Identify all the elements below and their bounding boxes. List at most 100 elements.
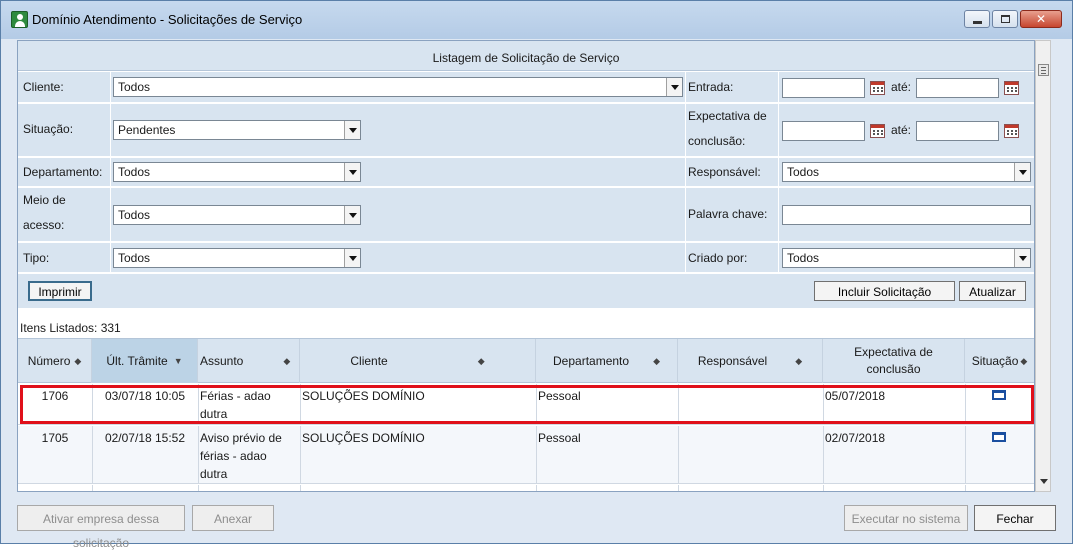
calendar-icon[interactable] xyxy=(1004,124,1019,138)
maximize-button[interactable] xyxy=(992,10,1018,28)
atualizar-button[interactable]: Atualizar xyxy=(959,281,1026,301)
situacao-value: Pendentes xyxy=(118,123,176,137)
footer-bar: Ativar empresa dessa solicitação Anexar … xyxy=(1,493,1072,550)
chevron-down-icon[interactable] xyxy=(344,121,360,139)
departamento-select[interactable]: Todos xyxy=(113,162,361,182)
divider xyxy=(110,72,111,103)
table-row[interactable] xyxy=(18,485,1034,491)
table-row[interactable]: 1705 02/07/18 15:52 Aviso prévio de féri… xyxy=(18,426,1034,484)
divider xyxy=(685,243,686,273)
chevron-down-icon[interactable] xyxy=(344,206,360,224)
cliente-select[interactable]: Todos xyxy=(113,77,683,97)
table-header: Número ◆ Últ. Trâmite ▼ Assunto ◆ Cliente ◆ … xyxy=(18,338,1034,383)
scroll-thumb[interactable] xyxy=(1038,64,1049,76)
responsavel-select[interactable]: Todos xyxy=(782,162,1031,182)
calendar-icon[interactable] xyxy=(1004,81,1019,95)
sort-desc-icon: ▼ xyxy=(173,355,183,366)
col-ult-tramite[interactable]: Últ. Trâmite ▼ xyxy=(92,339,198,383)
calendar-icon[interactable] xyxy=(870,124,885,138)
folder-icon[interactable] xyxy=(992,432,1006,442)
sort-icon: ◆ xyxy=(283,355,291,366)
maximize-icon xyxy=(1001,15,1010,23)
col-assunto[interactable]: Assunto ◆ xyxy=(198,339,300,383)
window-title: Domínio Atendimento - Solicitações de Se… xyxy=(32,12,303,27)
entrada-from-input[interactable] xyxy=(782,78,865,98)
divider xyxy=(685,104,686,157)
sort-icon: ◆ xyxy=(653,355,660,366)
filter-row-departamento: Departamento: Todos Responsável: Todos xyxy=(18,158,1034,187)
actions-row: Imprimir Incluir Solicitação Atualizar xyxy=(18,274,1034,309)
listing-panel: Listagem de Solicitação de Serviço Clien… xyxy=(17,40,1035,492)
chevron-down-icon[interactable] xyxy=(666,78,682,96)
chevron-down-icon[interactable] xyxy=(1014,249,1030,267)
divider xyxy=(685,72,686,103)
filter-row-tipo: Tipo: Todos Criado por: Todos xyxy=(18,243,1034,273)
cell-responsavel xyxy=(678,426,823,429)
itens-listados: Itens Listados: 331 xyxy=(20,321,121,335)
situacao-label: Situação: xyxy=(23,122,74,136)
imprimir-button[interactable]: Imprimir xyxy=(28,281,92,301)
meio-select[interactable]: Todos xyxy=(113,205,361,225)
divider xyxy=(778,72,779,103)
minimize-button[interactable] xyxy=(964,10,990,28)
filter-row-cliente: Cliente: Todos Entrada: até: xyxy=(18,72,1034,103)
title-bar[interactable]: Domínio Atendimento - Solicitações de Se… xyxy=(1,1,1072,39)
chevron-down-icon[interactable] xyxy=(1014,163,1030,181)
divider xyxy=(110,188,111,242)
col-numero[interactable]: Número ◆ xyxy=(18,339,92,383)
chevron-down-icon[interactable] xyxy=(344,163,360,181)
divider xyxy=(778,243,779,273)
tipo-label: Tipo: xyxy=(23,251,50,265)
divider xyxy=(778,158,779,187)
divider xyxy=(778,188,779,242)
cliente-value: Todos xyxy=(118,80,151,94)
col-cliente[interactable]: Cliente ◆ xyxy=(300,339,536,383)
tipo-value: Todos xyxy=(118,251,151,265)
divider xyxy=(778,104,779,157)
chevron-down-icon[interactable] xyxy=(344,249,360,267)
col-expectativa[interactable]: Expectativa de conclusão xyxy=(823,339,965,383)
expectativa-label-2: conclusão: xyxy=(688,134,746,148)
entrada-to-input[interactable] xyxy=(916,78,999,98)
col-departamento[interactable]: Departamento ◆ xyxy=(536,339,678,383)
situacao-select[interactable]: Pendentes xyxy=(113,120,361,140)
cell-cliente: SOLUÇÕES DOMÍNIO xyxy=(302,431,425,445)
anexar-button[interactable]: Anexar xyxy=(192,505,274,531)
responsavel-value: Todos xyxy=(787,165,820,179)
sort-icon: ◆ xyxy=(74,355,82,366)
close-button[interactable]: ✕ xyxy=(1020,10,1062,28)
cell-departamento: Pessoal xyxy=(538,431,581,445)
close-icon: ✕ xyxy=(1035,12,1047,26)
responsavel-label: Responsável: xyxy=(688,165,761,179)
filter-row-situacao: Situação: Pendentes Expectativa de concl… xyxy=(18,104,1034,157)
divider xyxy=(110,158,111,187)
col-responsavel[interactable]: Responsável ◆ xyxy=(678,339,823,383)
expectativa-to-input[interactable] xyxy=(916,121,999,141)
sort-icon: ◆ xyxy=(795,355,803,366)
cell-numero: 1705 xyxy=(41,431,69,445)
incluir-solicitacao-button[interactable]: Incluir Solicitação xyxy=(814,281,955,301)
palavra-chave-input[interactable] xyxy=(782,205,1031,225)
expectativa-label-1: Expectativa de xyxy=(688,109,767,123)
filter-row-meio: Meio de acesso: Todos Palavra chave: xyxy=(18,188,1034,242)
meio-value: Todos xyxy=(118,208,151,222)
meio-label-2: acesso: xyxy=(23,218,65,232)
calendar-icon[interactable] xyxy=(870,81,885,95)
minimize-icon xyxy=(973,21,982,24)
col-situacao[interactable]: Situação ◆ xyxy=(965,339,1034,383)
executar-no-sistema-button[interactable]: Executar no sistema xyxy=(844,505,968,531)
vertical-scrollbar[interactable] xyxy=(1035,40,1051,492)
tipo-select[interactable]: Todos xyxy=(113,248,361,268)
selected-row-highlight xyxy=(20,385,1034,424)
ativar-empresa-button[interactable]: Ativar empresa dessa solicitação xyxy=(17,505,185,550)
cliente-label: Cliente: xyxy=(23,80,64,94)
meio-label-1: Meio de xyxy=(23,193,66,207)
expectativa-from-input[interactable] xyxy=(782,121,865,141)
criado-select[interactable]: Todos xyxy=(782,248,1031,268)
listing-title: Listagem de Solicitação de Serviço xyxy=(18,41,1034,71)
criado-value: Todos xyxy=(787,251,820,265)
fechar-button[interactable]: Fechar xyxy=(974,505,1056,531)
scroll-down-icon[interactable] xyxy=(1040,479,1048,484)
criado-label: Criado por: xyxy=(688,251,748,265)
cell-ult-tramite: 02/07/18 15:52 xyxy=(104,431,186,445)
